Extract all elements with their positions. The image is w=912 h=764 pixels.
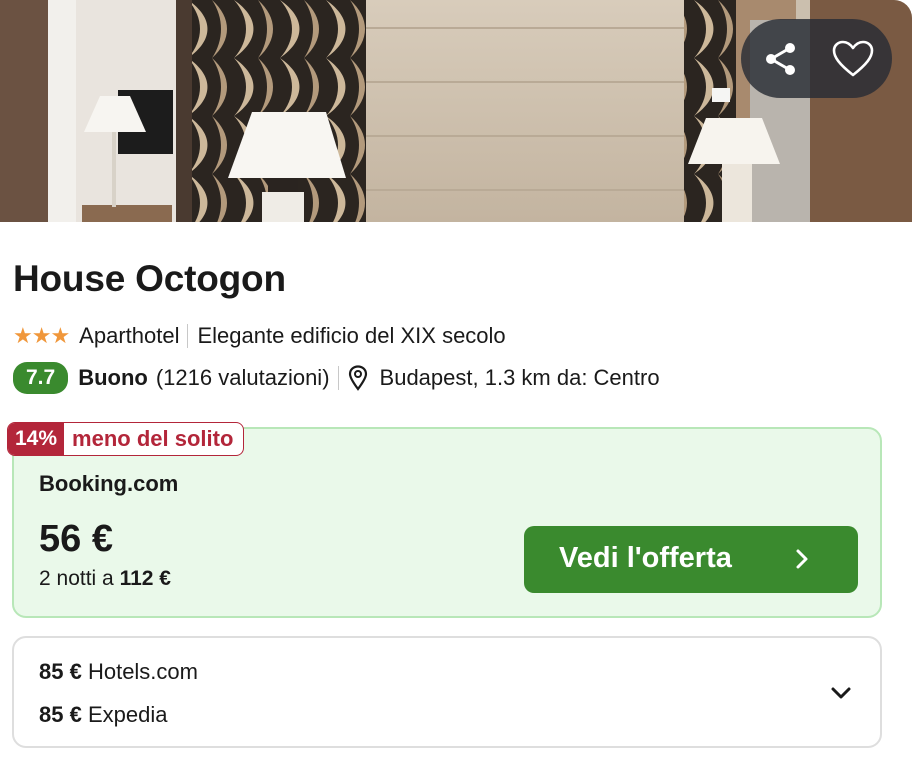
rating-row: 7.7 Buono (1216 valutazioni) Budapest, 1… (13, 361, 660, 395)
discount-text: meno del solito (72, 426, 234, 451)
share-icon (765, 42, 795, 75)
nights-prefix: 2 notti a (39, 567, 120, 590)
favorite-button[interactable] (815, 19, 890, 98)
offer-price: 85 € (39, 659, 82, 684)
hotel-name[interactable]: House Octogon (13, 258, 286, 300)
nights-total: 112 € (119, 567, 171, 590)
star-rating: ★★★ (13, 323, 70, 348)
heart-icon (832, 40, 873, 76)
other-offer-row[interactable]: 85 € Hotels.com (39, 659, 198, 685)
hotel-type: Aparthotel (79, 323, 180, 348)
divider (337, 366, 339, 390)
divider (187, 324, 189, 348)
offer-price: 85 € (39, 702, 82, 727)
other-offer-row[interactable]: 85 € Expedia (39, 702, 167, 728)
rating-score-badge: 7.7 (13, 362, 69, 394)
expand-offers-button[interactable] (826, 680, 856, 706)
offer-provider: Hotels.com (87, 659, 198, 684)
deal-price: 56 € (39, 518, 113, 560)
chevron-right-icon (796, 549, 808, 569)
offer-provider: Expedia (87, 702, 168, 727)
deal-total: 2 notti a 112 € (39, 567, 171, 591)
discount-percent: 14% (8, 423, 65, 455)
hotel-meta-row: ★★★ Aparthotel Elegante edificio del XIX… (13, 321, 506, 351)
view-offer-button[interactable]: Vedi l'offerta (524, 526, 858, 593)
rating-count: (1216 valutazioni) (155, 365, 330, 390)
other-offers-card[interactable] (12, 636, 882, 748)
chevron-down-icon (831, 687, 851, 699)
hotel-feature: Elegante edificio del XIX secolo (197, 323, 506, 348)
rating-label: Buono (78, 365, 148, 390)
share-button[interactable] (743, 19, 818, 98)
view-offer-label: Vedi l'offerta (559, 542, 732, 574)
map-pin-icon (348, 365, 367, 391)
deal-provider: Booking.com (39, 471, 179, 496)
location-text[interactable]: Budapest, 1.3 km da: Centro (380, 365, 660, 391)
photo-actions (741, 19, 892, 98)
discount-badge: 14% meno del solito (7, 422, 245, 456)
